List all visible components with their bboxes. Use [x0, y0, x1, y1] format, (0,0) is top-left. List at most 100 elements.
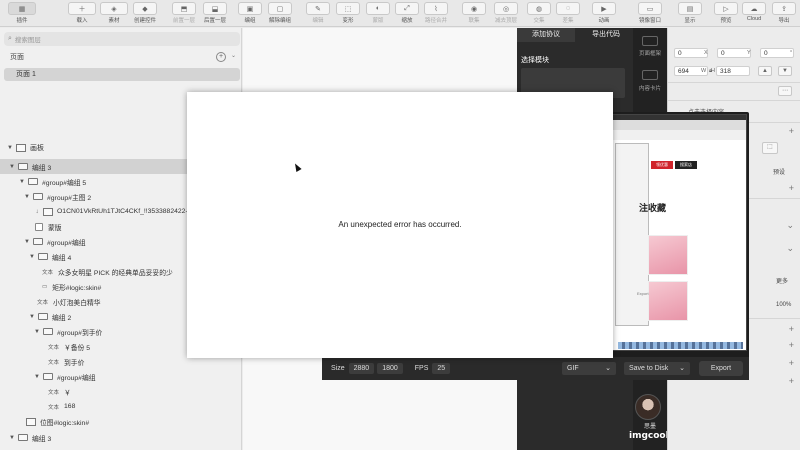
mirror-icon: ▭ — [638, 2, 662, 15]
chevron-down-icon: ⌄ — [605, 365, 611, 372]
subtract-icon: ◎ — [494, 2, 518, 15]
format-select[interactable]: GIF ⌄ — [562, 362, 616, 375]
add-icon[interactable]: + — [789, 358, 794, 368]
tab-export-code[interactable]: 导出代码 — [579, 28, 633, 42]
text-layer-icon: 文本 — [48, 359, 60, 366]
toolbar-insert[interactable]: ▦ 插件 — [8, 2, 36, 26]
backward-icon: ⬓ — [203, 2, 227, 15]
collapse-triangle-icon[interactable]: ▼ — [33, 374, 41, 380]
add-icon[interactable]: + — [789, 376, 794, 386]
frame-filmstrip[interactable] — [618, 342, 743, 349]
export-button[interactable]: Export — [699, 361, 743, 376]
add-icon[interactable]: + — [789, 183, 794, 193]
error-message: An unexpected error has occurred. — [338, 220, 462, 229]
more-label[interactable]: 更多 — [776, 276, 788, 285]
toolbar-subtract[interactable]: ◎ 减去顶层 — [494, 2, 518, 26]
collapse-triangle-icon[interactable]: ▼ — [8, 164, 16, 170]
toolbar-intersect[interactable]: ◍ 交集 — [527, 2, 551, 26]
page-item-1[interactable]: 页面 1 — [4, 68, 240, 81]
chevron-down-icon[interactable]: ⌄ — [786, 243, 794, 254]
folder-icon — [33, 193, 43, 200]
toolbar-edit[interactable]: ✎ 编辑 — [306, 2, 330, 26]
opacity-value[interactable]: 100% — [776, 302, 791, 308]
collapse-triangle-icon[interactable]: ▼ — [28, 254, 36, 260]
toolbar-path-merge[interactable]: ⌇ 路径合并 — [424, 2, 448, 26]
toolbar-difference[interactable]: ◌ 差集 — [556, 2, 580, 26]
chevron-down-icon[interactable]: ⌄ — [231, 52, 236, 59]
toolbar-material[interactable]: ◈ 素材 — [100, 2, 128, 26]
screenshot-bookmarks — [613, 130, 746, 140]
screenshot-tabs — [613, 120, 746, 130]
content-card-label[interactable]: 内容卡片 — [633, 84, 667, 92]
chevron-down-icon[interactable]: ⌄ — [786, 220, 794, 231]
transform-icon: ⬚ — [336, 2, 360, 15]
user-name: 思墨 — [643, 424, 656, 430]
folder-icon — [43, 373, 53, 380]
flip-vertical-icon[interactable]: ▼ — [778, 66, 792, 76]
toolbar-bring-forward[interactable]: ⬒ 前置一层 — [172, 2, 196, 26]
toolbar-add[interactable]: ＋载入 — [68, 2, 96, 26]
toolbar-animation[interactable]: ▶ 动画 — [592, 2, 616, 26]
search-icon: ⌕ — [8, 35, 12, 42]
add-icon[interactable]: + — [789, 340, 794, 350]
screenshot-black-button: 搜索店 — [675, 161, 697, 169]
toolbar-cloud[interactable]: ☁ Cloud — [742, 2, 766, 26]
toolbar-view[interactable]: ▤ 显示 — [678, 2, 702, 26]
screenshot-red-button: 领优惠 — [651, 161, 673, 169]
toolbar-union[interactable]: ◉ 联集 — [462, 2, 486, 26]
scale-icon: ⤢ — [395, 2, 419, 15]
cloud-icon: ☁ — [742, 2, 766, 15]
save-select[interactable]: Save to Disk ⌄ — [624, 362, 690, 375]
layer-row[interactable]: 文本 168 — [0, 399, 242, 414]
toolbar-group[interactable]: ▣ 编组 — [238, 2, 262, 26]
folder-icon — [18, 163, 28, 170]
toolbar-mask[interactable]: ◐ 蒙版 — [366, 2, 390, 26]
toolbar-ungroup[interactable]: ▢ 解除编组 — [268, 2, 292, 26]
edit-icon: ✎ — [306, 2, 330, 15]
avatar[interactable] — [635, 394, 661, 420]
toolbar-mirror[interactable]: ▭ 镜像窗口 — [638, 2, 662, 26]
intersect-icon: ◍ — [527, 2, 551, 15]
size-label: Size — [331, 365, 345, 372]
collapse-triangle-icon[interactable]: ▼ — [23, 194, 31, 200]
x-field[interactable]: 0 — [674, 48, 708, 58]
flip-horizontal-icon[interactable]: ▲ — [758, 66, 772, 76]
toolbar-transform[interactable]: ⬚ 变形 — [336, 2, 360, 26]
folder-icon — [18, 434, 28, 441]
collapse-triangle-icon[interactable]: ▼ — [8, 435, 16, 441]
text-layer-icon: 文本 — [48, 389, 60, 396]
layer-row[interactable]: 位图#logic:skin# — [0, 414, 242, 429]
screenshot-product-card — [648, 281, 688, 321]
search-input[interactable]: ⌕ 搜索图层 — [4, 32, 240, 46]
recorder-controls: Size 2880 1800 FPS 25 GIF ⌄ Save to Disk ⌄… — [322, 357, 749, 380]
rotation-field[interactable]: 0 — [760, 48, 794, 58]
fps-input[interactable]: 25 — [432, 363, 451, 374]
rotation-label: ° — [790, 50, 793, 56]
layer-row[interactable]: 文本 ￥ — [0, 384, 242, 399]
toolbar-export[interactable]: ⇪ 导出 — [772, 2, 796, 26]
height-input[interactable]: 1800 — [377, 363, 403, 374]
collapse-triangle-icon[interactable]: ▼ — [33, 329, 41, 335]
add-icon[interactable]: + — [789, 126, 794, 136]
ungroup-icon: ▢ — [268, 2, 292, 15]
height-field[interactable]: 318 — [716, 66, 750, 76]
preset-icon[interactable]: ⬚ — [762, 142, 778, 154]
layer-row[interactable]: ▼ 编组 3 — [0, 430, 242, 445]
more-options-icon[interactable]: ⋯ — [778, 86, 792, 96]
toolbar-send-backward[interactable]: ⬓ 后置一层 — [203, 2, 227, 26]
add-icon[interactable]: + — [789, 324, 794, 334]
add-page-icon[interactable]: + — [216, 52, 226, 62]
toolbar-preview[interactable]: ▷ 预览 — [714, 2, 738, 26]
tab-add-protocol[interactable]: 添加协议 — [517, 28, 575, 42]
width-input[interactable]: 2880 — [348, 363, 375, 374]
collapse-triangle-icon[interactable]: ▼ — [6, 145, 14, 151]
collapse-triangle-icon[interactable]: ▼ — [23, 239, 31, 245]
toolbar-scale[interactable]: ⤢ 缩放 — [395, 2, 419, 26]
select-module-label: 选择模块 — [521, 57, 549, 64]
layer-row[interactable]: ▼ #group#编组 — [0, 369, 242, 384]
toolbar-create-component[interactable]: ◆ 创建控件 — [133, 2, 157, 26]
page-frame-label[interactable]: 页面框架 — [633, 49, 667, 57]
y-field[interactable]: 0 — [717, 48, 751, 58]
collapse-triangle-icon[interactable]: ▼ — [28, 314, 36, 320]
collapse-triangle-icon[interactable]: ▼ — [18, 179, 26, 185]
